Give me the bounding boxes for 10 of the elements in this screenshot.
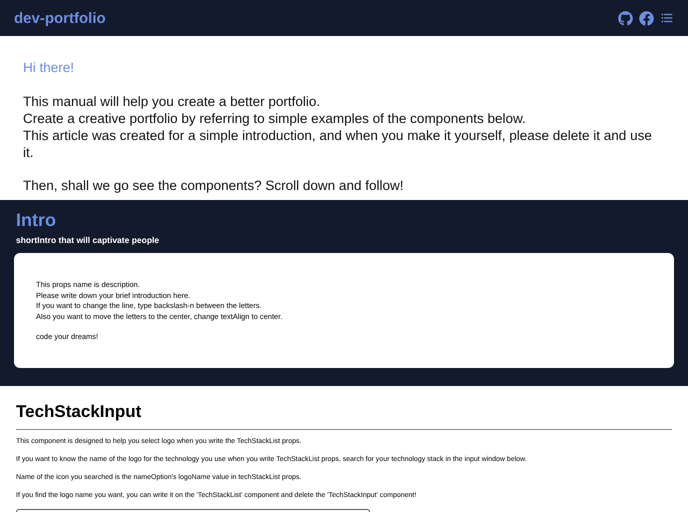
section-title: TechStackInput (16, 402, 672, 430)
intro-subtitle: shortIntro that will captivate people (16, 235, 160, 245)
welcome-paragraph: Then, shall we go see the components? Scroll down and follow! (23, 177, 404, 194)
menu-icon[interactable] (660, 11, 674, 25)
greeting-text: Hi there! (23, 60, 76, 75)
facebook-icon[interactable] (639, 10, 654, 26)
welcome-paragraph: This manual will help you create a better portfolio. Create a creative portfolio by referring to simple examples of the components below. This article was created for a simple introduction, and when you make it yourself, please delete it and use it. (23, 93, 653, 161)
site-title[interactable]: dev-portfolio (14, 10, 106, 26)
intro-title: Intro (16, 210, 57, 231)
github-icon[interactable] (618, 10, 633, 26)
